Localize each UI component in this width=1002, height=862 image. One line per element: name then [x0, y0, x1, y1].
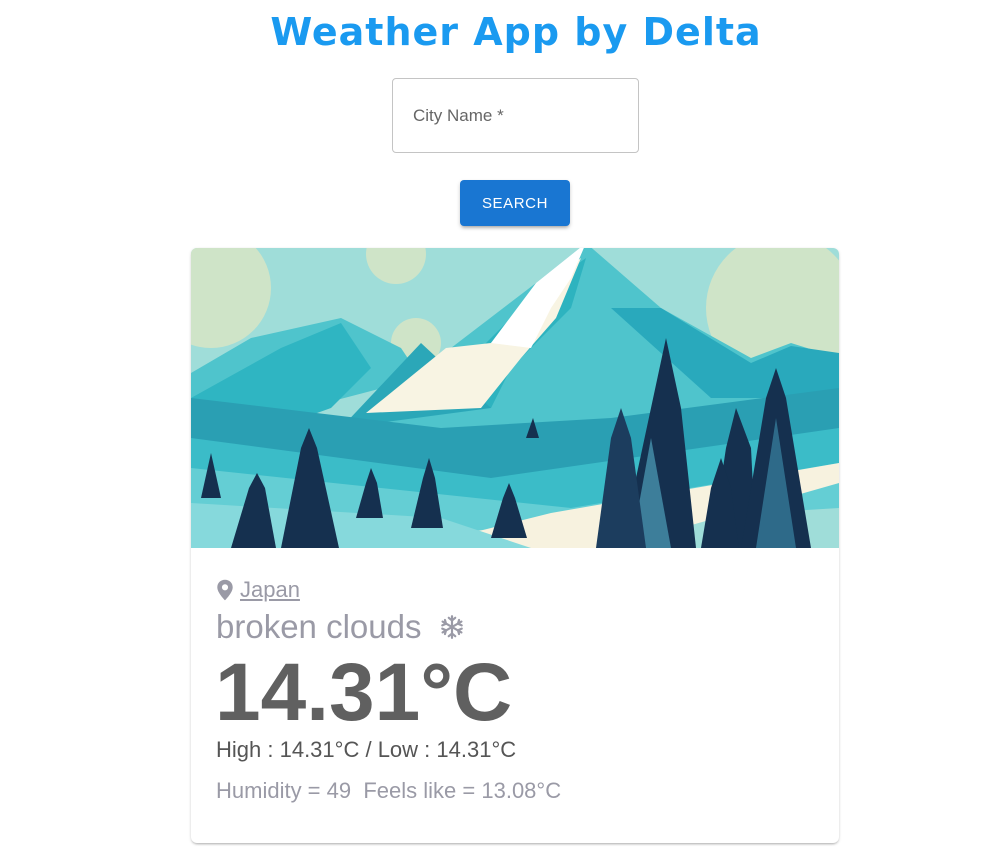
low-value: 14.31°C: [436, 737, 517, 762]
weather-condition: broken clouds: [216, 608, 422, 645]
high-low-temperatures: High : 14.31°C / Low : 14.31°C: [216, 737, 516, 763]
location-link[interactable]: Japan: [240, 577, 300, 603]
current-temperature: 14.31°C: [215, 647, 513, 738]
app-title: Weather App by Delta: [270, 10, 762, 54]
snowflake-icon: [441, 615, 464, 639]
location-pin-icon: [217, 579, 233, 601]
weather-card: Japan broken clouds 14.31°C High : 14.31…: [191, 248, 839, 843]
humidity-label: Humidity =: [216, 778, 327, 803]
humidity-value: 49: [326, 778, 352, 803]
location-row: Japan: [216, 576, 300, 604]
weather-details: Humidity = 49 Feels like = 13.08°C: [216, 778, 561, 804]
high-label: High :: [216, 737, 280, 762]
feels-like-value: 13.08°C: [481, 778, 562, 803]
search-button[interactable]: SEARCH: [460, 180, 570, 226]
mountain-landscape-image: [191, 248, 839, 548]
low-label: Low :: [377, 737, 437, 762]
high-low-separator: /: [359, 737, 378, 762]
feels-like-label: Feels like =: [351, 778, 482, 803]
city-name-field[interactable]: [392, 78, 639, 153]
high-value: 14.31°C: [279, 737, 360, 762]
condition-row: broken clouds: [216, 608, 465, 646]
city-name-input[interactable]: [393, 79, 638, 152]
